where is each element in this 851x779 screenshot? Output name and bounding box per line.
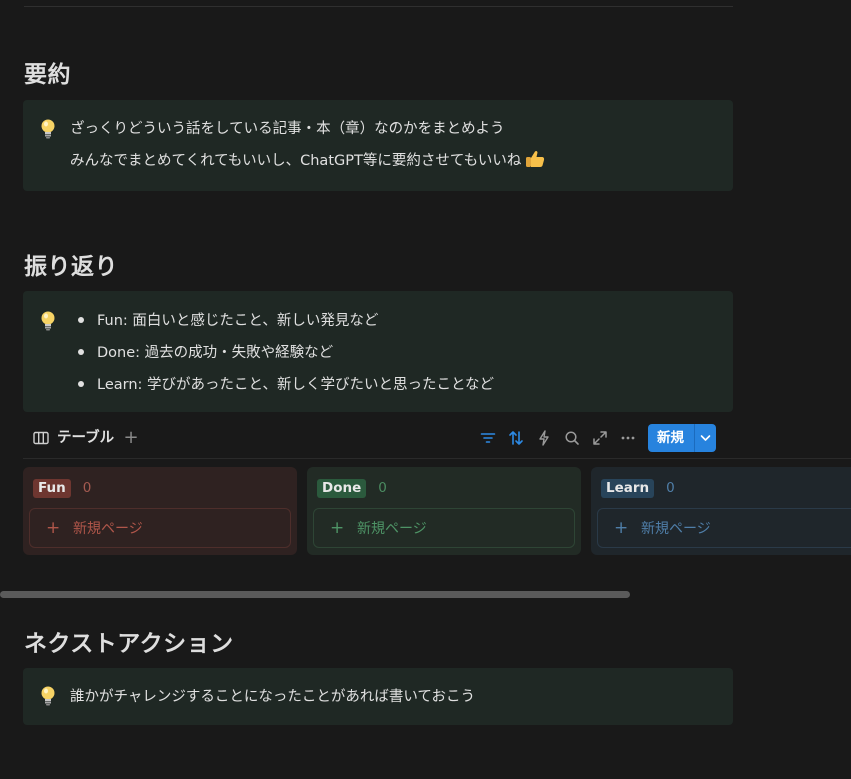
plus-icon: + <box>46 518 61 538</box>
view-tab-label: テーブル <box>57 430 115 446</box>
bullet-icon <box>78 317 84 323</box>
horizontal-scrollbar[interactable] <box>0 591 630 598</box>
database-toolbar: テーブル + 新規 <box>23 424 716 454</box>
status-tag[interactable]: Learn <box>601 479 655 498</box>
callout-text-line: みんなでまとめてくれてもいいし、ChatGPT等に要約させてもいいね <box>70 145 545 180</box>
status-tag[interactable]: Done <box>317 479 367 498</box>
board-column-learn: Learn 0 + 新規ページ <box>591 467 851 555</box>
chevron-down-icon[interactable] <box>695 424 716 452</box>
callout-reflection[interactable]: Fun: 面白いと感じたこと、新しい発見など Done: 過去の成功・失敗や経験… <box>23 291 733 412</box>
heading-reflection[interactable]: 振り返り <box>24 252 118 282</box>
list-item: Learn: 学びがあったこと、新しく学びたいと思ったことなど <box>78 369 494 401</box>
lightbulb-icon[interactable] <box>39 118 57 140</box>
column-count: 0 <box>82 480 92 496</box>
plus-icon: + <box>330 518 345 538</box>
column-header[interactable]: Fun 0 <box>33 477 92 498</box>
add-view-icon[interactable]: + <box>123 427 139 449</box>
new-page-label: 新規ページ <box>641 521 711 537</box>
divider <box>23 458 851 459</box>
divider <box>24 6 733 7</box>
column-header[interactable]: Learn 0 <box>601 477 675 498</box>
plus-icon: + <box>614 518 629 538</box>
new-button-label: 新規 <box>657 430 684 446</box>
notion-page: 要約 ざっくりどういう話をしている記事・本（章）なのかをまとめよう みんなでまと… <box>0 0 851 779</box>
list-item-text: Done: 過去の成功・失敗や経験など <box>97 345 334 361</box>
bullet-icon <box>78 381 84 387</box>
board-view-icon <box>33 427 49 455</box>
thumbs-up-icon <box>525 148 545 180</box>
filter-icon[interactable] <box>478 428 498 448</box>
callout-summary[interactable]: ざっくりどういう話をしている記事・本（章）なのかをまとめよう みんなでまとめてく… <box>23 100 733 191</box>
view-tab-table[interactable]: テーブル <box>33 424 114 454</box>
heading-summary[interactable]: 要約 <box>24 60 71 90</box>
lightbulb-icon[interactable] <box>39 310 57 332</box>
board-column-fun: Fun 0 + 新規ページ <box>23 467 297 555</box>
list-item-text: Fun: 面白いと感じたこと、新しい発見など <box>97 313 379 329</box>
sort-icon[interactable] <box>506 428 526 448</box>
search-icon[interactable] <box>562 428 582 448</box>
board-column-done: Done 0 + 新規ページ <box>307 467 581 555</box>
callout-text: みんなでまとめてくれてもいいし、ChatGPT等に要約させてもいいね <box>70 153 522 169</box>
status-tag[interactable]: Fun <box>33 479 71 498</box>
column-count: 0 <box>378 480 387 496</box>
new-page-label: 新規ページ <box>357 521 427 537</box>
new-page-button[interactable]: + 新規ページ <box>313 508 575 548</box>
new-button[interactable]: 新規 <box>648 424 716 452</box>
list-item: Done: 過去の成功・失敗や経験など <box>78 337 333 369</box>
automation-icon[interactable] <box>534 428 554 448</box>
list-item: Fun: 面白いと感じたこと、新しい発見など <box>78 305 378 337</box>
new-page-label: 新規ページ <box>73 521 143 537</box>
bullet-icon <box>78 349 84 355</box>
callout-text-line: 誰かがチャレンジすることになったことがあれば書いておこう <box>70 689 475 705</box>
expand-icon[interactable] <box>590 428 610 448</box>
column-count: 0 <box>666 480 675 496</box>
column-header[interactable]: Done 0 <box>317 477 387 498</box>
new-page-button[interactable]: + 新規ページ <box>29 508 291 548</box>
more-icon[interactable] <box>618 428 638 448</box>
heading-next-action[interactable]: ネクストアクション <box>24 629 234 659</box>
list-item-text: Learn: 学びがあったこと、新しく学びたいと思ったことなど <box>97 377 495 393</box>
callout-text-line: ざっくりどういう話をしている記事・本（章）なのかをまとめよう <box>70 121 505 137</box>
lightbulb-icon[interactable] <box>39 685 57 707</box>
callout-next-action[interactable]: 誰かがチャレンジすることになったことがあれば書いておこう <box>23 668 733 725</box>
new-page-button[interactable]: + 新規ページ <box>597 508 851 548</box>
